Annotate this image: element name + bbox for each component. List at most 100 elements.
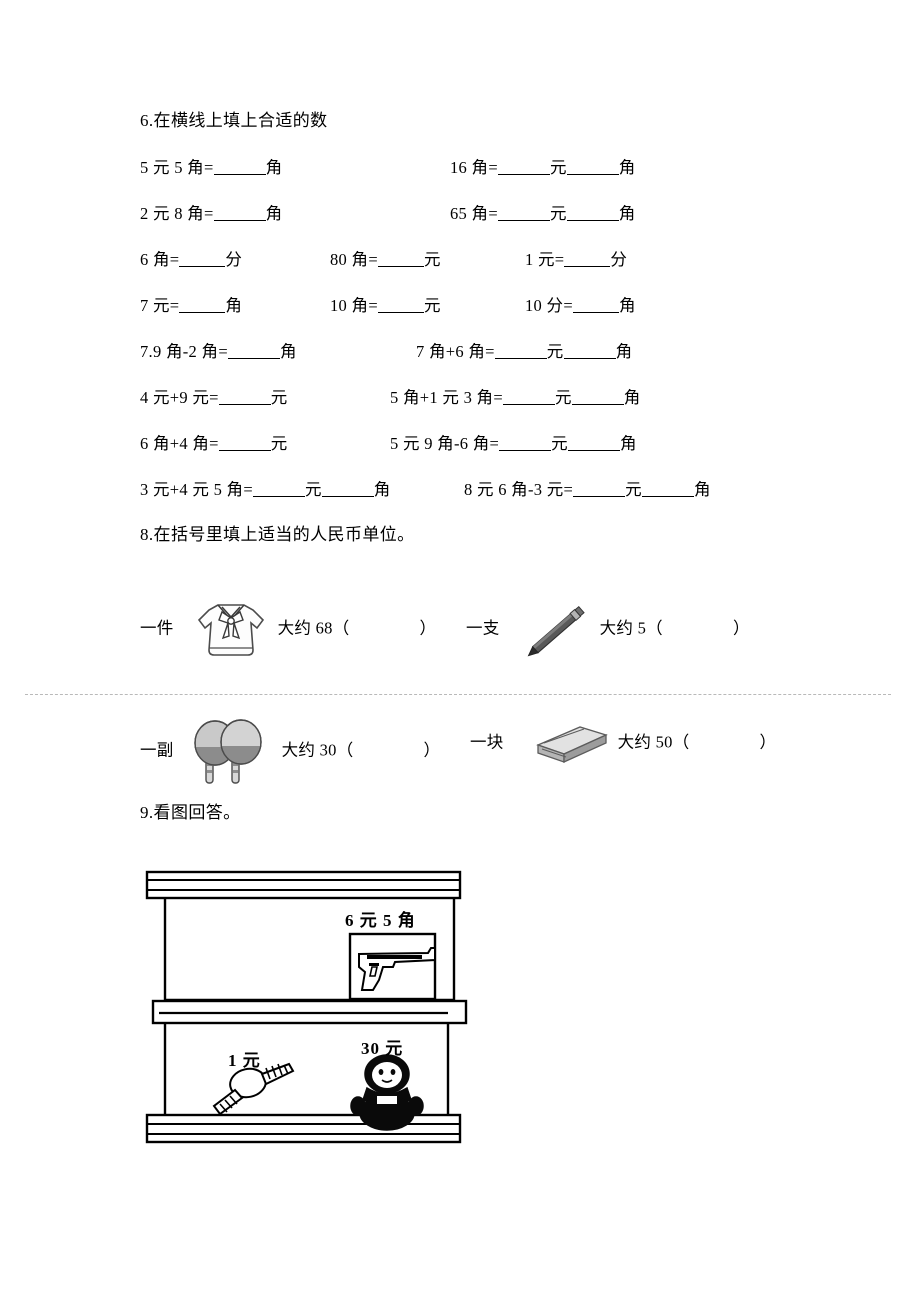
answer-blank[interactable] xyxy=(573,496,626,497)
price-tag-doll: 30 元 xyxy=(361,1039,404,1058)
toy-gun-picture xyxy=(348,932,437,1001)
answer-blank[interactable] xyxy=(567,450,620,451)
expr-unit: 角 xyxy=(225,296,243,315)
answer-blank[interactable] xyxy=(179,266,226,267)
expr-unit: 元 xyxy=(423,250,441,269)
expr-text: 7 角+6 角= xyxy=(416,342,495,361)
expr-text: 65 角= xyxy=(450,204,498,223)
exercise-item: 65 角= 元 角 xyxy=(450,203,636,225)
exercise-item: 6 角= 分 xyxy=(140,249,242,271)
answer-blank[interactable] xyxy=(213,220,266,221)
exercise-item: 6 角+4 角= 元 xyxy=(140,433,288,455)
expr-unit: 角 xyxy=(623,388,641,407)
answer-blank[interactable] xyxy=(227,358,280,359)
shelf-middle-bar xyxy=(151,999,468,1025)
expr-text: 7 元= xyxy=(140,296,180,315)
unit-fill-item: 一件 大约 68（ ） xyxy=(140,598,436,662)
section-6-heading: 6.在横线上填上合适的数 xyxy=(140,111,328,130)
answer-blank[interactable] xyxy=(502,404,555,405)
price-tag-toy-gun: 6 元 5 角 xyxy=(345,911,416,930)
amount-label: 大约 5（ xyxy=(599,618,663,638)
item-counter-label: 一支 xyxy=(466,618,500,638)
answer-blank[interactable] xyxy=(377,312,424,313)
answer-blank[interactable] xyxy=(213,174,266,175)
answer-blank[interactable] xyxy=(218,404,271,405)
exercise-item: 3 元+4 元 5 角= 元 角 xyxy=(140,479,391,501)
shirt-icon xyxy=(192,598,270,662)
expr-text: 2 元 8 角= xyxy=(140,204,214,223)
exercise-item: 2 元 8 角= 角 xyxy=(140,203,282,225)
exercise-item: 8 元 6 角-3 元= 元 角 xyxy=(464,479,711,501)
answer-blank[interactable] xyxy=(218,450,271,451)
price-tag-watch: 1 元 xyxy=(228,1051,261,1070)
expr-unit: 角 xyxy=(615,342,633,361)
exercise-item: 4 元+9 元= 元 xyxy=(140,387,288,409)
doll-picture xyxy=(350,1054,424,1131)
paren-close: ） xyxy=(419,618,437,638)
expr-text: 8 元 6 角-3 元= xyxy=(464,480,574,499)
answer-blank[interactable] xyxy=(571,404,624,405)
expr-unit: 元 xyxy=(270,388,288,407)
section-8-heading: 8.在括号里填上适当的人民币单位。 xyxy=(140,525,415,544)
shelf-figure: 6 元 5 角 1 元 30 元 xyxy=(143,868,488,1165)
answer-blank[interactable] xyxy=(252,496,305,497)
pencil-icon xyxy=(522,598,594,662)
expr-text: 7.9 角-2 角= xyxy=(140,342,228,361)
paren-close: ） xyxy=(423,740,441,760)
answer-blank[interactable] xyxy=(321,496,374,497)
exercise-item: 7.9 角-2 角= 角 xyxy=(140,341,297,363)
answer-blank[interactable] xyxy=(641,496,694,497)
exercise-item: 10 角= 元 xyxy=(330,295,441,317)
amount-label: 大约 68（ xyxy=(277,618,350,638)
answer-blank[interactable] xyxy=(497,174,550,175)
expr-unit: 元 xyxy=(554,388,572,407)
expr-text: 80 角= xyxy=(330,250,378,269)
section-9-heading: 9.看图回答。 xyxy=(140,803,241,822)
shelf-top-bar xyxy=(145,870,462,900)
expr-text: 3 元+4 元 5 角= xyxy=(140,480,253,499)
expr-text: 6 角+4 角= xyxy=(140,434,219,453)
expr-unit: 角 xyxy=(265,204,283,223)
expr-unit: 元 xyxy=(625,480,642,499)
amount-label: 大约 50（ xyxy=(617,732,690,752)
exercise-item: 5 角+1 元 3 角= 元 角 xyxy=(390,387,641,409)
worksheet-page: 6.在横线上填上合适的数 5 元 5 角= 角 16 角= 元角 2 元 8 角= 角… xyxy=(0,0,920,1302)
answer-blank[interactable] xyxy=(499,450,552,451)
exercise-item: 80 角= 元 xyxy=(330,249,441,271)
answer-blank[interactable] xyxy=(563,358,616,359)
unit-fill-item: 一支 大约 5（ ） xyxy=(466,598,750,662)
exercise-item: 7 元= 角 xyxy=(140,295,242,317)
expr-unit: 元 xyxy=(423,296,441,315)
amount-label: 大约 30（ xyxy=(281,740,354,760)
answer-blank[interactable] xyxy=(497,220,550,221)
unit-fill-item: 一块 大约 50（ ） xyxy=(470,715,776,773)
expr-unit: 角 xyxy=(279,342,297,361)
answer-blank[interactable] xyxy=(572,312,619,313)
item-counter-label: 一副 xyxy=(140,740,174,760)
expr-unit: 角 xyxy=(693,480,711,499)
expr-text: 5 元 5 角= xyxy=(140,158,214,177)
unit-fill-item: 一副 大约 30（ ） xyxy=(140,715,440,789)
answer-blank[interactable] xyxy=(566,174,619,175)
expr-unit: 角 xyxy=(265,158,283,177)
expr-text: 5 元 9 角-6 角= xyxy=(390,434,500,453)
answer-blank[interactable] xyxy=(564,266,611,267)
expr-unit: 元 xyxy=(551,434,568,453)
expr-unit: 角 xyxy=(373,480,391,499)
exercise-item: 1 元= 分 xyxy=(525,249,627,271)
expr-text: 4 元+9 元= xyxy=(140,388,219,407)
answer-blank[interactable] xyxy=(377,266,424,267)
answer-blank[interactable] xyxy=(179,312,226,313)
answer-blank[interactable] xyxy=(494,358,547,359)
expr-unit: 角 xyxy=(619,434,637,453)
expr-unit: 角 xyxy=(618,204,636,223)
expr-unit: 元 xyxy=(304,480,322,499)
expr-unit: 角 xyxy=(618,158,636,177)
expr-unit: 分 xyxy=(225,250,243,269)
exercise-item: 16 角= 元 角 xyxy=(450,157,636,179)
expr-unit: 元 xyxy=(549,158,567,177)
watch-picture xyxy=(212,1062,295,1116)
answer-blank[interactable] xyxy=(566,220,619,221)
item-counter-label: 一件 xyxy=(140,618,174,638)
expr-unit: 元 xyxy=(270,434,288,453)
